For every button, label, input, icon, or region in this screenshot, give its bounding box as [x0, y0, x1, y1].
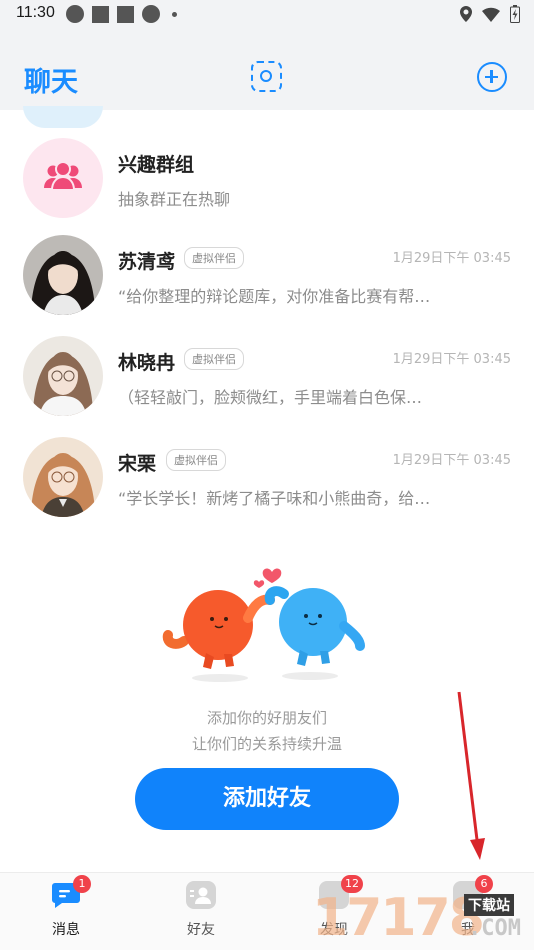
tab-messages[interactable]: 1 消息 — [36, 875, 96, 939]
chat-name: 苏清鸢 — [118, 251, 176, 273]
watermark-domain: .COM — [468, 916, 521, 941]
scan-button[interactable] — [251, 61, 282, 92]
scan-icon — [260, 70, 272, 82]
chat-name: 兴趣群组 — [118, 154, 195, 176]
add-button[interactable] — [477, 62, 507, 92]
chat-message: （轻轻敲门，脸颊微红，手里端着白色保… — [118, 388, 423, 407]
chat-time: 1月29日下午 03:45 — [392, 251, 511, 266]
tab-label: 好友 — [187, 922, 215, 938]
friends-illustration — [162, 568, 365, 682]
empty-hint-line2: 让你们的关系持续升温 — [191, 735, 342, 753]
virtual-partner-tag: 虚拟伴侣 — [166, 449, 226, 471]
battery-icon — [510, 5, 520, 23]
watermark-download: 下载站 — [464, 894, 514, 916]
chat-name: 宋栗 — [118, 453, 157, 475]
chat-name: 林晓冉 — [118, 352, 176, 374]
friends-icon — [186, 881, 216, 909]
avatar — [23, 336, 103, 416]
status-time: 11:30 — [16, 4, 55, 21]
tab-label: 消息 — [52, 922, 80, 938]
chat-message: “学长学长！新烤了橘子味和小熊曲奇，给… — [118, 489, 431, 508]
avatar — [23, 235, 103, 315]
chat-item-group[interactable]: 兴趣群组 抽象群正在热聊 — [0, 138, 534, 238]
wifi-icon — [482, 7, 500, 22]
page-title: 聊天 — [24, 67, 78, 98]
empty-hint-line1: 添加你的好朋友们 — [206, 709, 327, 727]
status-bar: 11:30 — [0, 0, 534, 30]
avatar — [23, 437, 103, 517]
unread-badge: 1 — [73, 875, 91, 893]
notification-square-icon — [92, 5, 109, 23]
header: 聊天 — [0, 30, 534, 110]
system-icons — [460, 5, 520, 23]
location-icon — [460, 6, 472, 22]
message-icon: 1 — [51, 875, 91, 909]
chat-message: “给你整理的辩论题库，对你准备比赛有帮… — [118, 287, 431, 306]
chat-time: 1月29日下午 03:45 — [392, 352, 511, 367]
chat-message: 抽象群正在热聊 — [118, 190, 231, 209]
virtual-partner-tag: 虚拟伴侣 — [184, 247, 244, 269]
chat-item-linxiaoran[interactable]: 林晓冉 虚拟伴侣 1月29日下午 03:45 （轻轻敲门，脸颊微红，手里端着白色… — [0, 336, 534, 436]
chat-time: 1月29日下午 03:45 — [392, 453, 511, 468]
add-friend-button[interactable]: 添加好友 — [135, 768, 399, 830]
more-notifications-dot-icon — [172, 11, 177, 17]
chat-item-suqingyuan[interactable]: 苏清鸢 虚拟伴侣 1月29日下午 03:45 “给你整理的辩论题库，对你准备比赛… — [0, 235, 534, 335]
chat-item-songli[interactable]: 宋栗 虚拟伴侣 1月29日下午 03:45 “学长学长！新烤了橘子味和小熊曲奇，… — [0, 437, 534, 537]
group-avatar — [23, 138, 103, 218]
scrolled-avatar — [23, 106, 103, 128]
notification-app-icon — [66, 5, 84, 23]
notification-square-icon-2 — [117, 5, 134, 23]
notification-icons — [66, 5, 177, 23]
site-watermark: 17178 下载站 .COM — [312, 888, 534, 950]
notification-app-icon-2 — [142, 5, 160, 23]
virtual-partner-tag: 虚拟伴侣 — [184, 348, 244, 370]
watermark-number: 17178 — [312, 888, 485, 948]
group-icon — [44, 161, 82, 191]
tab-friends[interactable]: 好友 — [171, 881, 231, 939]
